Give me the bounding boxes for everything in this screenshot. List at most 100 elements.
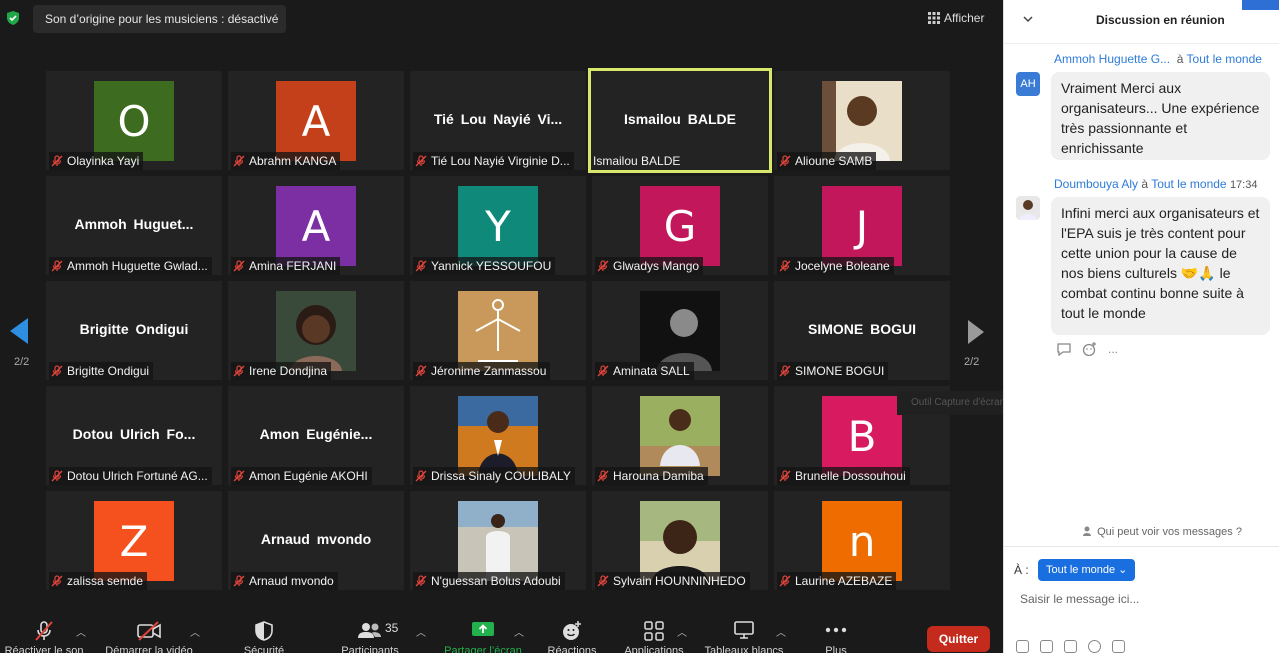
participants-caret-icon[interactable]: ︿: [416, 624, 426, 639]
participant-tile[interactable]: A Abrahm KANGA: [228, 71, 404, 170]
participant-tile[interactable]: n Laurine AZEBAZE: [774, 491, 950, 590]
more-dots-icon: [825, 627, 847, 633]
participant-tile[interactable]: Jéronime Zanmassou: [410, 281, 586, 380]
more-tools-icon[interactable]: [1112, 640, 1125, 653]
more-button[interactable]: Plus: [812, 608, 860, 653]
meeting-area: Son d’origine pour les musiciens : désac…: [0, 0, 1003, 653]
participant-tile[interactable]: Tié Lou Nayié Vi... Tié Lou Nayié Virgini…: [410, 71, 586, 170]
file-icon[interactable]: [1064, 640, 1077, 653]
muted-microphone-icon: [779, 575, 791, 587]
grid-view-icon: [928, 12, 940, 24]
participant-name-label: Glwadys Mango: [595, 257, 704, 275]
participant-tile[interactable]: Arnaud mvondo Arnaud mvondo: [228, 491, 404, 590]
participant-tile[interactable]: Dotou Ulrich Fo... Dotou Ulrich Fortuné A…: [46, 386, 222, 485]
participant-name-label: N'guessan Bolus Adoubi: [413, 572, 565, 590]
participant-name-label: Yannick YESSOUFOU: [413, 257, 556, 275]
video-options-caret-icon[interactable]: ︿: [190, 624, 200, 639]
emoji-icon[interactable]: [1088, 640, 1101, 653]
unmute-button[interactable]: Réactiver le son: [0, 608, 88, 653]
page-indicator-right: 2/2: [964, 356, 980, 368]
message-header: Doumbouya Aly à Tout le monde 17:34: [1054, 177, 1257, 191]
who-can-see-messages[interactable]: Qui peut voir vos messages ?: [1082, 525, 1242, 538]
muted-microphone-icon: [51, 470, 63, 482]
chevron-down-icon[interactable]: [1023, 14, 1033, 24]
participant-tile[interactable]: SIMONE BOGUI SIMONE BOGUI: [774, 281, 950, 380]
participant-name-label: Laurine AZEBAZE: [777, 572, 897, 590]
security-button[interactable]: Sécurité: [234, 608, 294, 653]
whiteboards-caret-icon[interactable]: ︿: [776, 624, 786, 639]
participant-name-label: Olayinka Yayi: [49, 152, 144, 170]
share-options-caret-icon[interactable]: ︿: [514, 624, 524, 639]
participant-tile[interactable]: Ismailou BALDE Ismailou BALDE: [588, 68, 772, 173]
chat-header: Discussion en réunion: [1004, 0, 1279, 44]
previous-page-arrow-icon[interactable]: [10, 318, 28, 344]
muted-microphone-icon: [597, 260, 609, 272]
add-reaction-icon[interactable]: [1082, 342, 1098, 356]
participant-avatar: n: [822, 501, 902, 581]
recipient-select[interactable]: Tout le monde ⌄: [1038, 559, 1136, 581]
participant-tile[interactable]: Y Yannick YESSOUFOU: [410, 176, 586, 275]
message-input[interactable]: [1020, 590, 1260, 608]
reactions-button[interactable]: Réactions: [540, 608, 604, 653]
participant-avatar: Z: [94, 501, 174, 581]
screenshot-tool-tooltip: Outil Capture d'écran: [897, 391, 1003, 415]
apps-icon: [644, 621, 664, 641]
message-sender[interactable]: Doumbouya Aly: [1054, 177, 1138, 191]
more-options-icon[interactable]: ...: [1108, 342, 1118, 356]
participant-name: Ammoh Huguette Gwlad...: [67, 259, 208, 273]
participant-avatar: J: [822, 186, 902, 266]
participant-tile[interactable]: Brigitte Ondigui Brigitte Ondigui: [46, 281, 222, 380]
message-recipient: Tout le monde: [1151, 177, 1227, 191]
participants-icon: [358, 623, 381, 638]
avatar: AH: [1016, 72, 1040, 96]
participant-tile[interactable]: G Glwadys Mango: [592, 176, 768, 275]
participant-name: Arnaud mvondo: [249, 574, 334, 588]
participant-name: Harouna Damiba: [613, 469, 704, 483]
participant-tile[interactable]: Drissa Sinaly COULIBALY: [410, 386, 586, 485]
whiteboard-icon: [734, 621, 754, 639]
muted-microphone-icon: [779, 470, 791, 482]
participant-name: Ismailou BALDE: [593, 154, 681, 168]
participant-tile[interactable]: Aminata SALL: [592, 281, 768, 380]
chat-message-bubble: Vraiment Merci aux organisateurs... Une …: [1051, 72, 1270, 160]
share-screen-label: Partager l’écran: [444, 645, 522, 653]
screenshot-icon[interactable]: [1040, 640, 1053, 653]
participant-display-name: Tié Lou Nayié Vi...: [433, 111, 563, 127]
muted-microphone-icon: [51, 575, 63, 587]
participant-tile[interactable]: N'guessan Bolus Adoubi: [410, 491, 586, 590]
more-label: Plus: [825, 645, 847, 653]
participant-avatar: O: [94, 81, 174, 161]
whiteboards-button[interactable]: Tableaux blancs: [700, 608, 788, 653]
muted-microphone-icon: [35, 621, 53, 641]
view-button[interactable]: Afficher: [928, 9, 984, 27]
participant-name: Sylvain HOUNNINHEDO: [613, 574, 746, 588]
message-sender[interactable]: Ammoh Huguette G...: [1054, 52, 1170, 66]
format-icon[interactable]: [1016, 640, 1029, 653]
participant-tile[interactable]: Alioune SAMB: [774, 71, 950, 170]
audio-options-caret-icon[interactable]: ︿: [76, 624, 86, 639]
page-indicator-left: 2/2: [14, 356, 30, 368]
participant-tile[interactable]: O Olayinka Yayi: [46, 71, 222, 170]
participant-tile[interactable]: J Jocelyne Boleane: [774, 176, 950, 275]
participant-tile[interactable]: Sylvain HOUNNINHEDO: [592, 491, 768, 590]
participant-tile[interactable]: Ammoh Huguet... Ammoh Huguette Gwlad...: [46, 176, 222, 275]
participant-name: Jéronime Zanmassou: [431, 364, 547, 378]
participant-tile[interactable]: Irene Dondjina: [228, 281, 404, 380]
chat-panel: Discussion en réunion Ammoh Huguette G..…: [1003, 0, 1279, 653]
person-icon: [1083, 526, 1091, 536]
reply-icon[interactable]: [1056, 342, 1072, 356]
muted-microphone-icon: [779, 155, 791, 167]
participant-tile[interactable]: Zzalissa semde: [46, 491, 222, 590]
participant-name: Alioune SAMB: [795, 154, 873, 168]
participant-name: Brunelle Dossouhoui: [795, 469, 906, 483]
next-page-arrow-icon[interactable]: [968, 320, 984, 344]
participant-tile[interactable]: A Amina FERJANI: [228, 176, 404, 275]
muted-microphone-icon: [597, 470, 609, 482]
participant-tile[interactable]: Harouna Damiba: [592, 386, 768, 485]
start-video-button[interactable]: Démarrer la vidéo: [100, 608, 198, 653]
apps-caret-icon[interactable]: ︿: [677, 624, 687, 639]
leave-meeting-button[interactable]: Quitter: [927, 626, 990, 652]
participant-tile[interactable]: Amon Eugénie... Amon Eugénie AKOHI: [228, 386, 404, 485]
participant-name: Abrahm KANGA: [249, 154, 337, 168]
muted-microphone-icon: [233, 575, 245, 587]
